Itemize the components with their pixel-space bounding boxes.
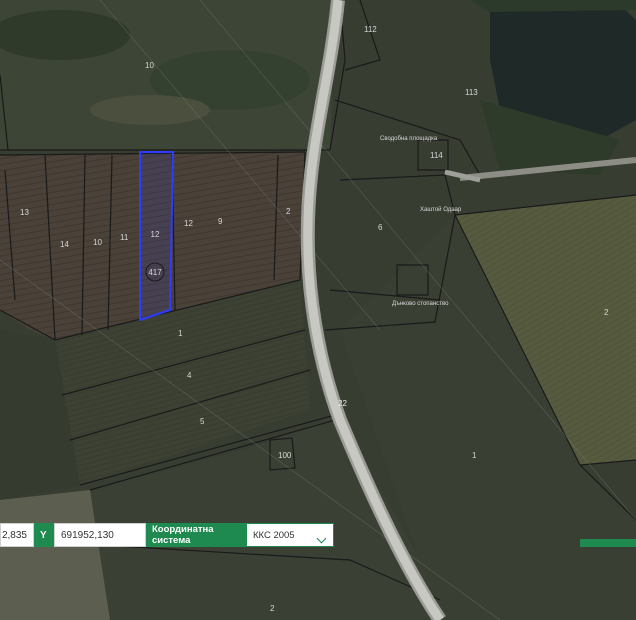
coordinate-system-label: Координатна система xyxy=(146,523,246,547)
selected-parcel-label: 12 xyxy=(151,230,160,239)
tree-cluster xyxy=(470,0,636,12)
parcel-label-2-bottom: 2 xyxy=(270,604,275,613)
parcel-label-112: 112 xyxy=(364,25,377,34)
parcel-label-9: 9 xyxy=(218,217,223,226)
panel-toggle-strip[interactable] xyxy=(580,539,636,547)
parcel-badge: 417 xyxy=(148,268,162,277)
parcel-label-4: 4 xyxy=(187,371,192,380)
parcel-label-pond-area: Сводобна площадка xyxy=(380,136,438,142)
parcel-label-10: 10 xyxy=(93,238,102,247)
parcel-label-113: 113 xyxy=(465,88,478,97)
parcel-label-1: 1 xyxy=(178,329,183,338)
parcel-label-building: Дънково стопанство xyxy=(392,301,449,307)
parcel-label-6: 6 xyxy=(378,223,383,232)
x-coordinate-field[interactable]: 2,835 xyxy=(0,523,34,547)
chevron-down-icon xyxy=(316,533,327,543)
parcel-label-114: 114 xyxy=(430,151,443,160)
parcel-label-farm: Хаштой Одаар xyxy=(420,206,462,213)
coordinate-bar: 2,835 Y 691952,130 Координатна система К… xyxy=(0,522,334,548)
y-label: Y xyxy=(34,523,54,547)
coordinate-system-select[interactable]: ККС 2005 xyxy=(246,523,334,547)
parcel-label-11: 11 xyxy=(120,233,129,242)
parcel-label-1-right: 1 xyxy=(472,451,477,460)
parcel-label-2: 2 xyxy=(286,207,291,216)
parcel-label-100: 100 xyxy=(278,451,292,460)
y-coordinate-field[interactable]: 691952,130 xyxy=(54,523,146,547)
parcel-label-12-right: 12 xyxy=(184,219,193,228)
parcel-label-5: 5 xyxy=(200,417,205,426)
coordinate-system-value: ККС 2005 xyxy=(253,529,295,541)
parcel-label-2-right: 2 xyxy=(604,308,609,317)
parcel-label-13: 13 xyxy=(20,208,29,217)
parcel-label-10-top: 10 xyxy=(145,61,154,70)
road-label: 22 xyxy=(338,399,347,408)
bare-ground xyxy=(90,95,210,125)
parcel-label-14: 14 xyxy=(60,240,69,249)
